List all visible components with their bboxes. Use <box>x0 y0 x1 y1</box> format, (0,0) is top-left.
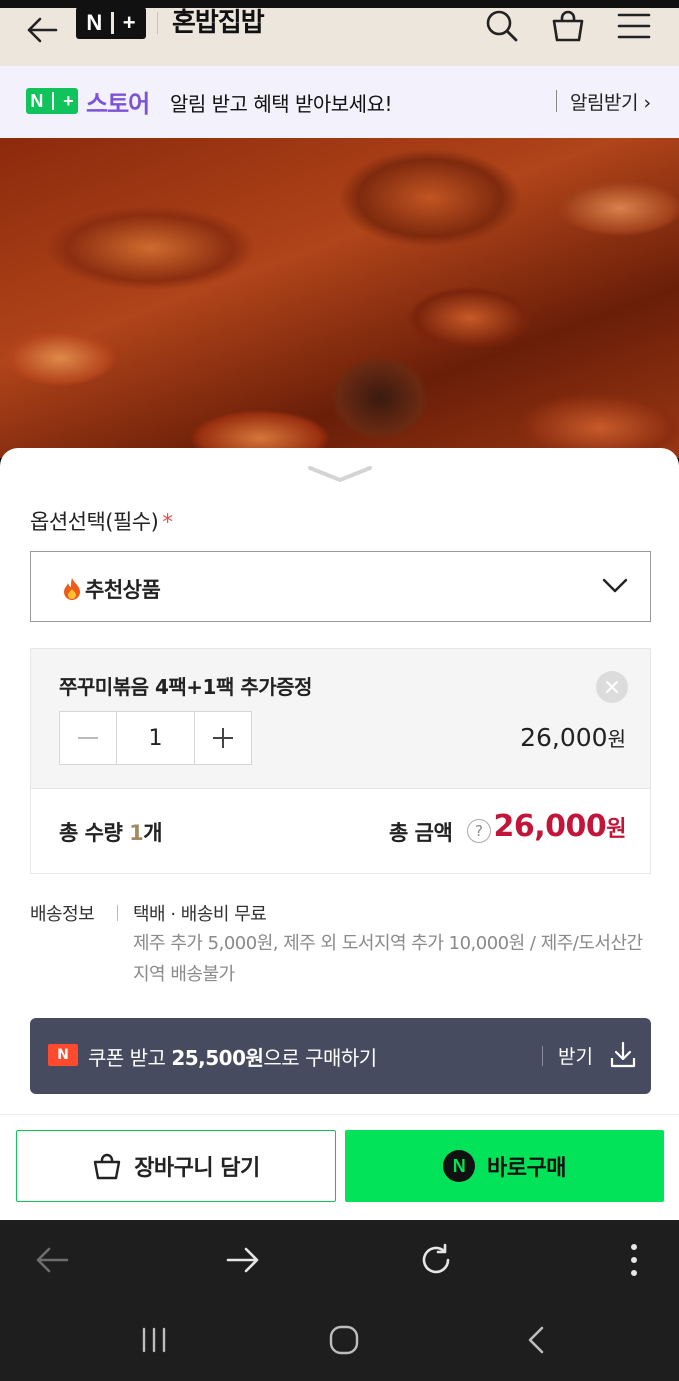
coupon-text-suffix: 으로 구매하기 <box>263 1046 377 1070</box>
decrease-quantity-button[interactable] <box>60 712 116 764</box>
arrow-left-icon <box>36 1247 69 1273</box>
coupon-badge: N <box>48 1044 78 1066</box>
total-quantity-value: 1 <box>129 821 144 845</box>
total-summary: 총 수량 1개 총 금액 ? 26,000원 <box>30 788 651 874</box>
chevron-left-icon <box>528 1326 544 1354</box>
option-label: 옵션선택(필수) * <box>30 506 173 536</box>
home-button[interactable] <box>322 1320 366 1360</box>
system-back-button[interactable] <box>514 1320 558 1360</box>
shipping-method: 택배 · 배송비 무료 <box>133 904 267 925</box>
download-icon[interactable] <box>608 1040 638 1070</box>
nplus-badge: N + <box>26 88 78 114</box>
product-photo <box>0 138 679 458</box>
plus-icon <box>213 728 233 748</box>
coupon-text-prefix: 쿠폰 받고 <box>88 1046 172 1070</box>
store-header: N + 혼밥집밥 <box>0 6 679 66</box>
menu-icon <box>617 13 651 39</box>
cart-button[interactable] <box>548 6 588 46</box>
option-label-text: 옵션선택(필수) <box>30 510 159 534</box>
arrow-right-icon <box>226 1247 259 1273</box>
total-quantity-unit: 개 <box>143 821 163 845</box>
browser-refresh-button[interactable] <box>414 1238 458 1282</box>
total-quantity-label: 총 수량 <box>59 821 130 845</box>
coupon-text-amount: 25,500원 <box>171 1046 264 1070</box>
option-selected-value: 추천상품 <box>61 574 161 604</box>
banner-divider <box>556 90 557 112</box>
total-quantity: 총 수량 1개 <box>59 817 163 847</box>
item-name: 쭈꾸미볶음 4팩+1팩 추가증정 <box>59 675 312 699</box>
subscribe-alert-link[interactable]: 알림받기 › <box>570 88 651 115</box>
search-button[interactable] <box>482 6 522 46</box>
total-amount-value: 26,000 <box>493 809 607 844</box>
browser-more-button[interactable] <box>612 1238 656 1282</box>
header-divider <box>157 12 158 34</box>
banner-message: 알림 받고 혜택 받아보세요! <box>170 92 393 116</box>
naverpay-icon: N <box>443 1150 476 1182</box>
total-amount: 26,000원 <box>493 809 626 844</box>
quantity-stepper: 1 <box>59 711 252 765</box>
close-icon <box>605 680 619 694</box>
browser-back-button[interactable] <box>30 1238 74 1282</box>
menu-button[interactable] <box>614 6 654 46</box>
add-to-cart-label: 장바구니 담기 <box>134 1156 260 1181</box>
coupon-banner[interactable]: N 쿠폰 받고 25,500원으로 구매하기 받기 <box>30 1018 651 1094</box>
logo-separator <box>111 12 115 34</box>
banner-store-label: 스토어 <box>86 90 150 118</box>
shipping-label: 배송정보 <box>30 904 95 925</box>
option-select[interactable]: 추천상품 <box>30 551 651 622</box>
sheet-collapse-handle[interactable] <box>306 464 374 484</box>
search-icon <box>486 10 518 42</box>
refresh-icon <box>422 1243 450 1274</box>
shipping-divider <box>117 905 118 921</box>
store-title[interactable]: 혼밥집밥 <box>172 6 265 40</box>
more-vertical-icon <box>631 1244 637 1276</box>
item-price-value: 26,000 <box>520 723 608 752</box>
item-price: 26,000원 <box>520 723 626 752</box>
shopping-bag-icon <box>93 1153 121 1180</box>
required-mark: * <box>162 510 173 534</box>
coupon-text: 쿠폰 받고 25,500원으로 구매하기 <box>88 1042 377 1071</box>
home-icon <box>329 1325 359 1355</box>
browser-forward-button[interactable] <box>221 1238 265 1282</box>
fire-icon <box>64 578 80 600</box>
buy-now-label: 바로구매 <box>487 1156 566 1181</box>
back-button[interactable] <box>22 8 62 52</box>
recent-apps-button[interactable] <box>132 1320 176 1360</box>
help-icon[interactable]: ? <box>467 819 491 843</box>
badge-n: N <box>30 90 44 111</box>
nplus-logo[interactable]: N + <box>76 7 146 39</box>
coupon-get-label[interactable]: 받기 <box>558 1042 593 1069</box>
add-to-cart-button[interactable]: 장바구니 담기 <box>16 1130 336 1202</box>
remove-item-button[interactable] <box>596 671 628 703</box>
minus-icon <box>78 737 98 739</box>
logo-n: N <box>86 10 103 35</box>
logo-plus: + <box>122 10 136 35</box>
option-selected-text: 추천상품 <box>85 578 161 602</box>
item-price-currency: 원 <box>607 727 626 751</box>
system-navigation-bar <box>0 1298 679 1381</box>
sheet-divider <box>0 1114 679 1115</box>
coupon-divider <box>542 1046 543 1066</box>
buy-now-button[interactable]: N 바로구매 <box>345 1130 664 1202</box>
badge-plus: + <box>63 90 74 111</box>
purchase-sheet: 옵션선택(필수) * 추천상품 쭈꾸미볶음 4팩+1팩 추가증정 1 26,000… <box>0 448 679 1220</box>
badge-separator <box>52 92 55 110</box>
shipping-note: 제주 추가 5,000원, 제주 외 도서지역 추가 10,000원 / 제주/… <box>133 933 643 985</box>
notification-banner: N + 스토어 알림 받고 혜택 받아보세요! 알림받기 › <box>0 66 679 138</box>
quantity-value[interactable]: 1 <box>116 712 195 764</box>
total-amount-currency: 원 <box>606 817 626 842</box>
selected-item: 쭈꾸미볶음 4팩+1팩 추가증정 1 26,000원 <box>30 648 651 788</box>
back-arrow-icon <box>27 17 58 43</box>
browser-toolbar <box>0 1220 679 1298</box>
cart-icon <box>552 10 584 42</box>
recent-apps-icon <box>142 1327 166 1353</box>
chevron-down-icon <box>308 466 372 483</box>
total-amount-label: 총 금액 <box>389 821 453 845</box>
increase-quantity-button[interactable] <box>195 712 251 764</box>
chevron-down-icon <box>602 578 628 593</box>
